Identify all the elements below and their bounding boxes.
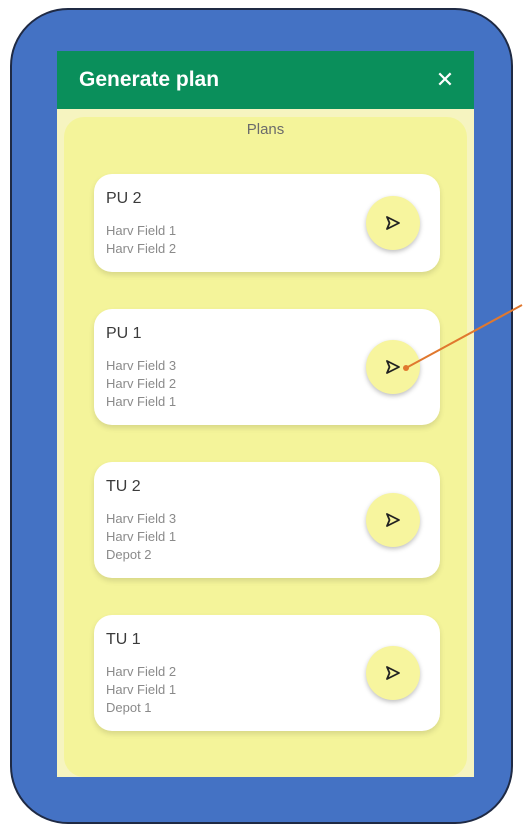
plan-name: TU 2: [106, 478, 141, 495]
plan-card: TU 1 Harv Field 2 Harv Field 1 Depot 1: [94, 615, 440, 731]
close-icon[interactable]: ✕: [430, 65, 460, 95]
send-plan-button[interactable]: [366, 196, 420, 250]
plan-stop: Harv Field 1: [106, 394, 177, 409]
send-plan-button[interactable]: [366, 340, 420, 394]
plan-list: PU 2 Harv Field 1 Harv Field 2 PU 1 Harv…: [94, 174, 440, 768]
plans-panel-title: Plans: [246, 121, 285, 138]
plan-card: TU 2 Harv Field 3 Harv Field 1 Depot 2: [94, 462, 440, 578]
send-icon: [386, 360, 400, 374]
dialog-header: Generate plan ✕: [57, 51, 474, 109]
send-plan-button[interactable]: [366, 646, 420, 700]
send-icon: [386, 216, 400, 230]
generate-plan-dialog: Generate plan ✕ Plans PU 2 Harv Field 1 …: [57, 51, 474, 777]
send-icon: [386, 513, 400, 527]
plan-name: TU 1: [106, 631, 141, 648]
plans-panel: Plans PU 2 Harv Field 1 Harv Field 2 PU …: [64, 117, 467, 777]
dialog-title: Generate plan: [79, 68, 220, 91]
send-icon: [386, 666, 400, 680]
send-plan-button[interactable]: [366, 493, 420, 547]
plan-stop: Depot 2: [106, 547, 152, 562]
plan-name: PU 1: [106, 325, 142, 342]
plan-stop: Depot 1: [106, 700, 152, 715]
plan-card: PU 1 Harv Field 3 Harv Field 2 Harv Fiel…: [94, 309, 440, 425]
plan-card: PU 2 Harv Field 1 Harv Field 2: [94, 174, 440, 272]
